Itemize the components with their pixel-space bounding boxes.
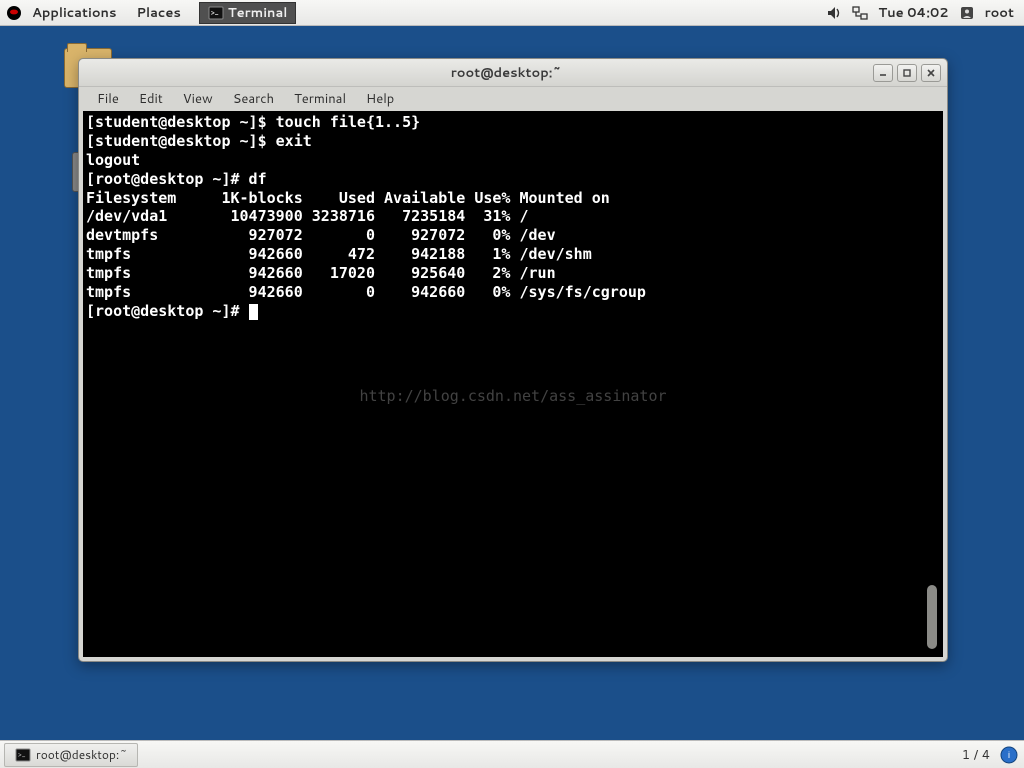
terminal-window: root@desktop:~ File Edit View Search Ter… xyxy=(78,58,948,662)
network-icon[interactable] xyxy=(852,5,868,21)
menu-terminal[interactable]: Terminal xyxy=(284,87,356,111)
watermark-text: http://blog.csdn.net/ass_assinator xyxy=(83,387,943,406)
redhat-logo-icon xyxy=(6,5,22,21)
applications-menu[interactable]: Applications xyxy=(22,0,126,26)
menu-view[interactable]: View xyxy=(173,87,223,111)
taskbar-app-label: root@desktop:~ xyxy=(36,746,127,763)
volume-icon[interactable] xyxy=(826,5,842,21)
menu-search[interactable]: Search xyxy=(223,87,284,111)
user-menu-label[interactable]: root xyxy=(985,4,1014,22)
terminal-viewport[interactable]: [student@desktop ~]$ touch file{1..5} [s… xyxy=(83,111,943,657)
window-minimize-button[interactable] xyxy=(873,64,893,82)
menu-edit[interactable]: Edit xyxy=(129,87,173,111)
window-close-button[interactable] xyxy=(921,64,941,82)
terminal-cursor xyxy=(249,304,258,320)
terminal-icon: >_ xyxy=(15,747,31,763)
terminal-icon: >_ xyxy=(208,5,224,21)
gnome-bottom-panel: >_ root@desktop:~ 1 / 4 i xyxy=(0,740,1024,768)
top-panel-task-label: Terminal xyxy=(228,4,288,22)
show-desktop-icon[interactable]: i xyxy=(1000,746,1018,764)
svg-text:i: i xyxy=(1008,750,1010,760)
svg-text:>_: >_ xyxy=(211,8,219,18)
user-icon[interactable] xyxy=(959,5,975,21)
window-maximize-button[interactable] xyxy=(897,64,917,82)
terminal-output: [student@desktop ~]$ touch file{1..5} [s… xyxy=(86,113,940,321)
gnome-top-panel: Applications Places >_ Terminal Tue 04:0… xyxy=(0,0,1024,26)
places-menu[interactable]: Places xyxy=(126,0,190,26)
vertical-scrollbar-thumb[interactable] xyxy=(927,585,937,649)
window-titlebar[interactable]: root@desktop:~ xyxy=(79,59,947,87)
svg-text:>_: >_ xyxy=(18,750,26,760)
window-title: root@desktop:~ xyxy=(139,64,873,82)
top-panel-task-terminal[interactable]: >_ Terminal xyxy=(199,2,297,24)
terminal-menubar: File Edit View Search Terminal Help xyxy=(79,87,947,111)
menu-help[interactable]: Help xyxy=(356,87,404,111)
workspace-indicator[interactable]: 1 / 4 xyxy=(962,746,990,764)
taskbar-app-terminal[interactable]: >_ root@desktop:~ xyxy=(4,743,138,767)
menu-file[interactable]: File xyxy=(87,87,129,111)
clock-label[interactable]: Tue 04:02 xyxy=(878,4,948,22)
